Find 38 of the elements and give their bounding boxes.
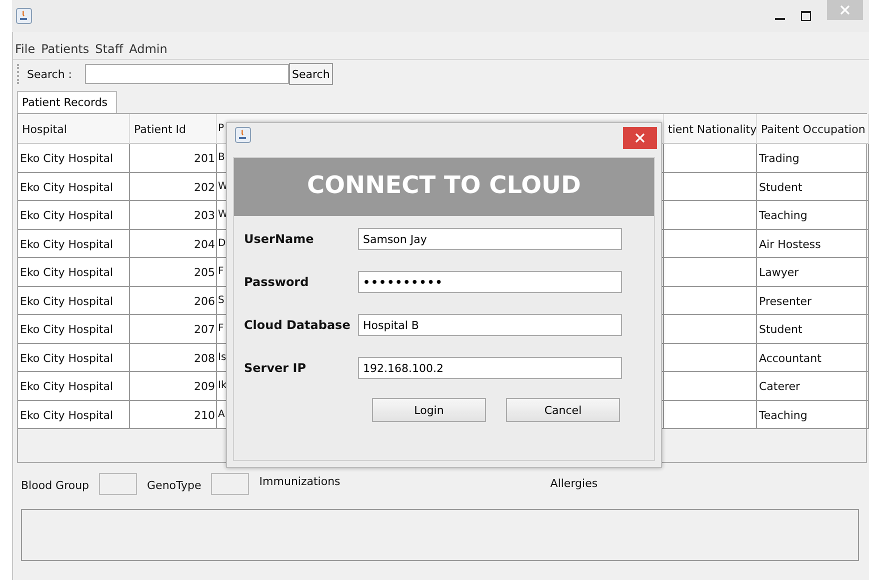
menu-item[interactable]: File xyxy=(15,42,36,56)
immunizations-label: Immunizations xyxy=(259,474,340,488)
search-button[interactable]: Search xyxy=(289,63,333,85)
menu-item[interactable]: Admin xyxy=(129,42,168,56)
column-header[interactable]: Paitent Occupation xyxy=(757,114,869,144)
search-field[interactable] xyxy=(85,64,289,84)
blood-group-label: Blood Group xyxy=(21,478,90,492)
maximize-icon[interactable] xyxy=(801,11,811,21)
close-icon[interactable] xyxy=(623,127,657,149)
column-header[interactable]: Patient Id xyxy=(130,114,217,144)
input-field[interactable]: Hospital B xyxy=(358,314,622,336)
genotype-label: GenoType xyxy=(147,478,202,492)
tab[interactable]: Patient Records xyxy=(17,91,117,113)
table-cell: Eko City Hospital xyxy=(18,400,130,429)
menu-item[interactable]: Patients xyxy=(41,42,90,56)
dialog-heading: CONNECT TO CLOUD xyxy=(234,158,654,216)
table-cell: 210 xyxy=(130,400,217,429)
menu-item[interactable]: Staff xyxy=(95,42,124,56)
cup-icon xyxy=(16,8,32,24)
toolbar-grip xyxy=(17,64,21,84)
dialog-button[interactable]: Login xyxy=(372,398,486,422)
cup-icon xyxy=(235,127,251,143)
search-label: Search : xyxy=(27,68,73,80)
blood-group-field[interactable] xyxy=(99,473,138,495)
column-header[interactable]: Hospital xyxy=(18,114,130,144)
dialog-button[interactable]: Cancel xyxy=(506,398,620,422)
field-label: Server IP xyxy=(244,361,308,375)
password-field[interactable]: •••••••••• xyxy=(358,271,622,293)
input-field[interactable]: 192.168.100.2 xyxy=(358,357,622,379)
genotype-field[interactable] xyxy=(211,473,250,495)
column-header[interactable]: tient Nationality xyxy=(664,114,757,144)
text-area[interactable] xyxy=(21,509,859,561)
input-field[interactable]: Samson Jay xyxy=(358,228,622,250)
field-label: Cloud Database xyxy=(244,318,352,332)
field-label: Password xyxy=(244,275,310,289)
table-cell: Teaching xyxy=(757,400,869,429)
field-label: UserName xyxy=(244,232,315,246)
allergies-label: Allergies xyxy=(550,476,598,490)
